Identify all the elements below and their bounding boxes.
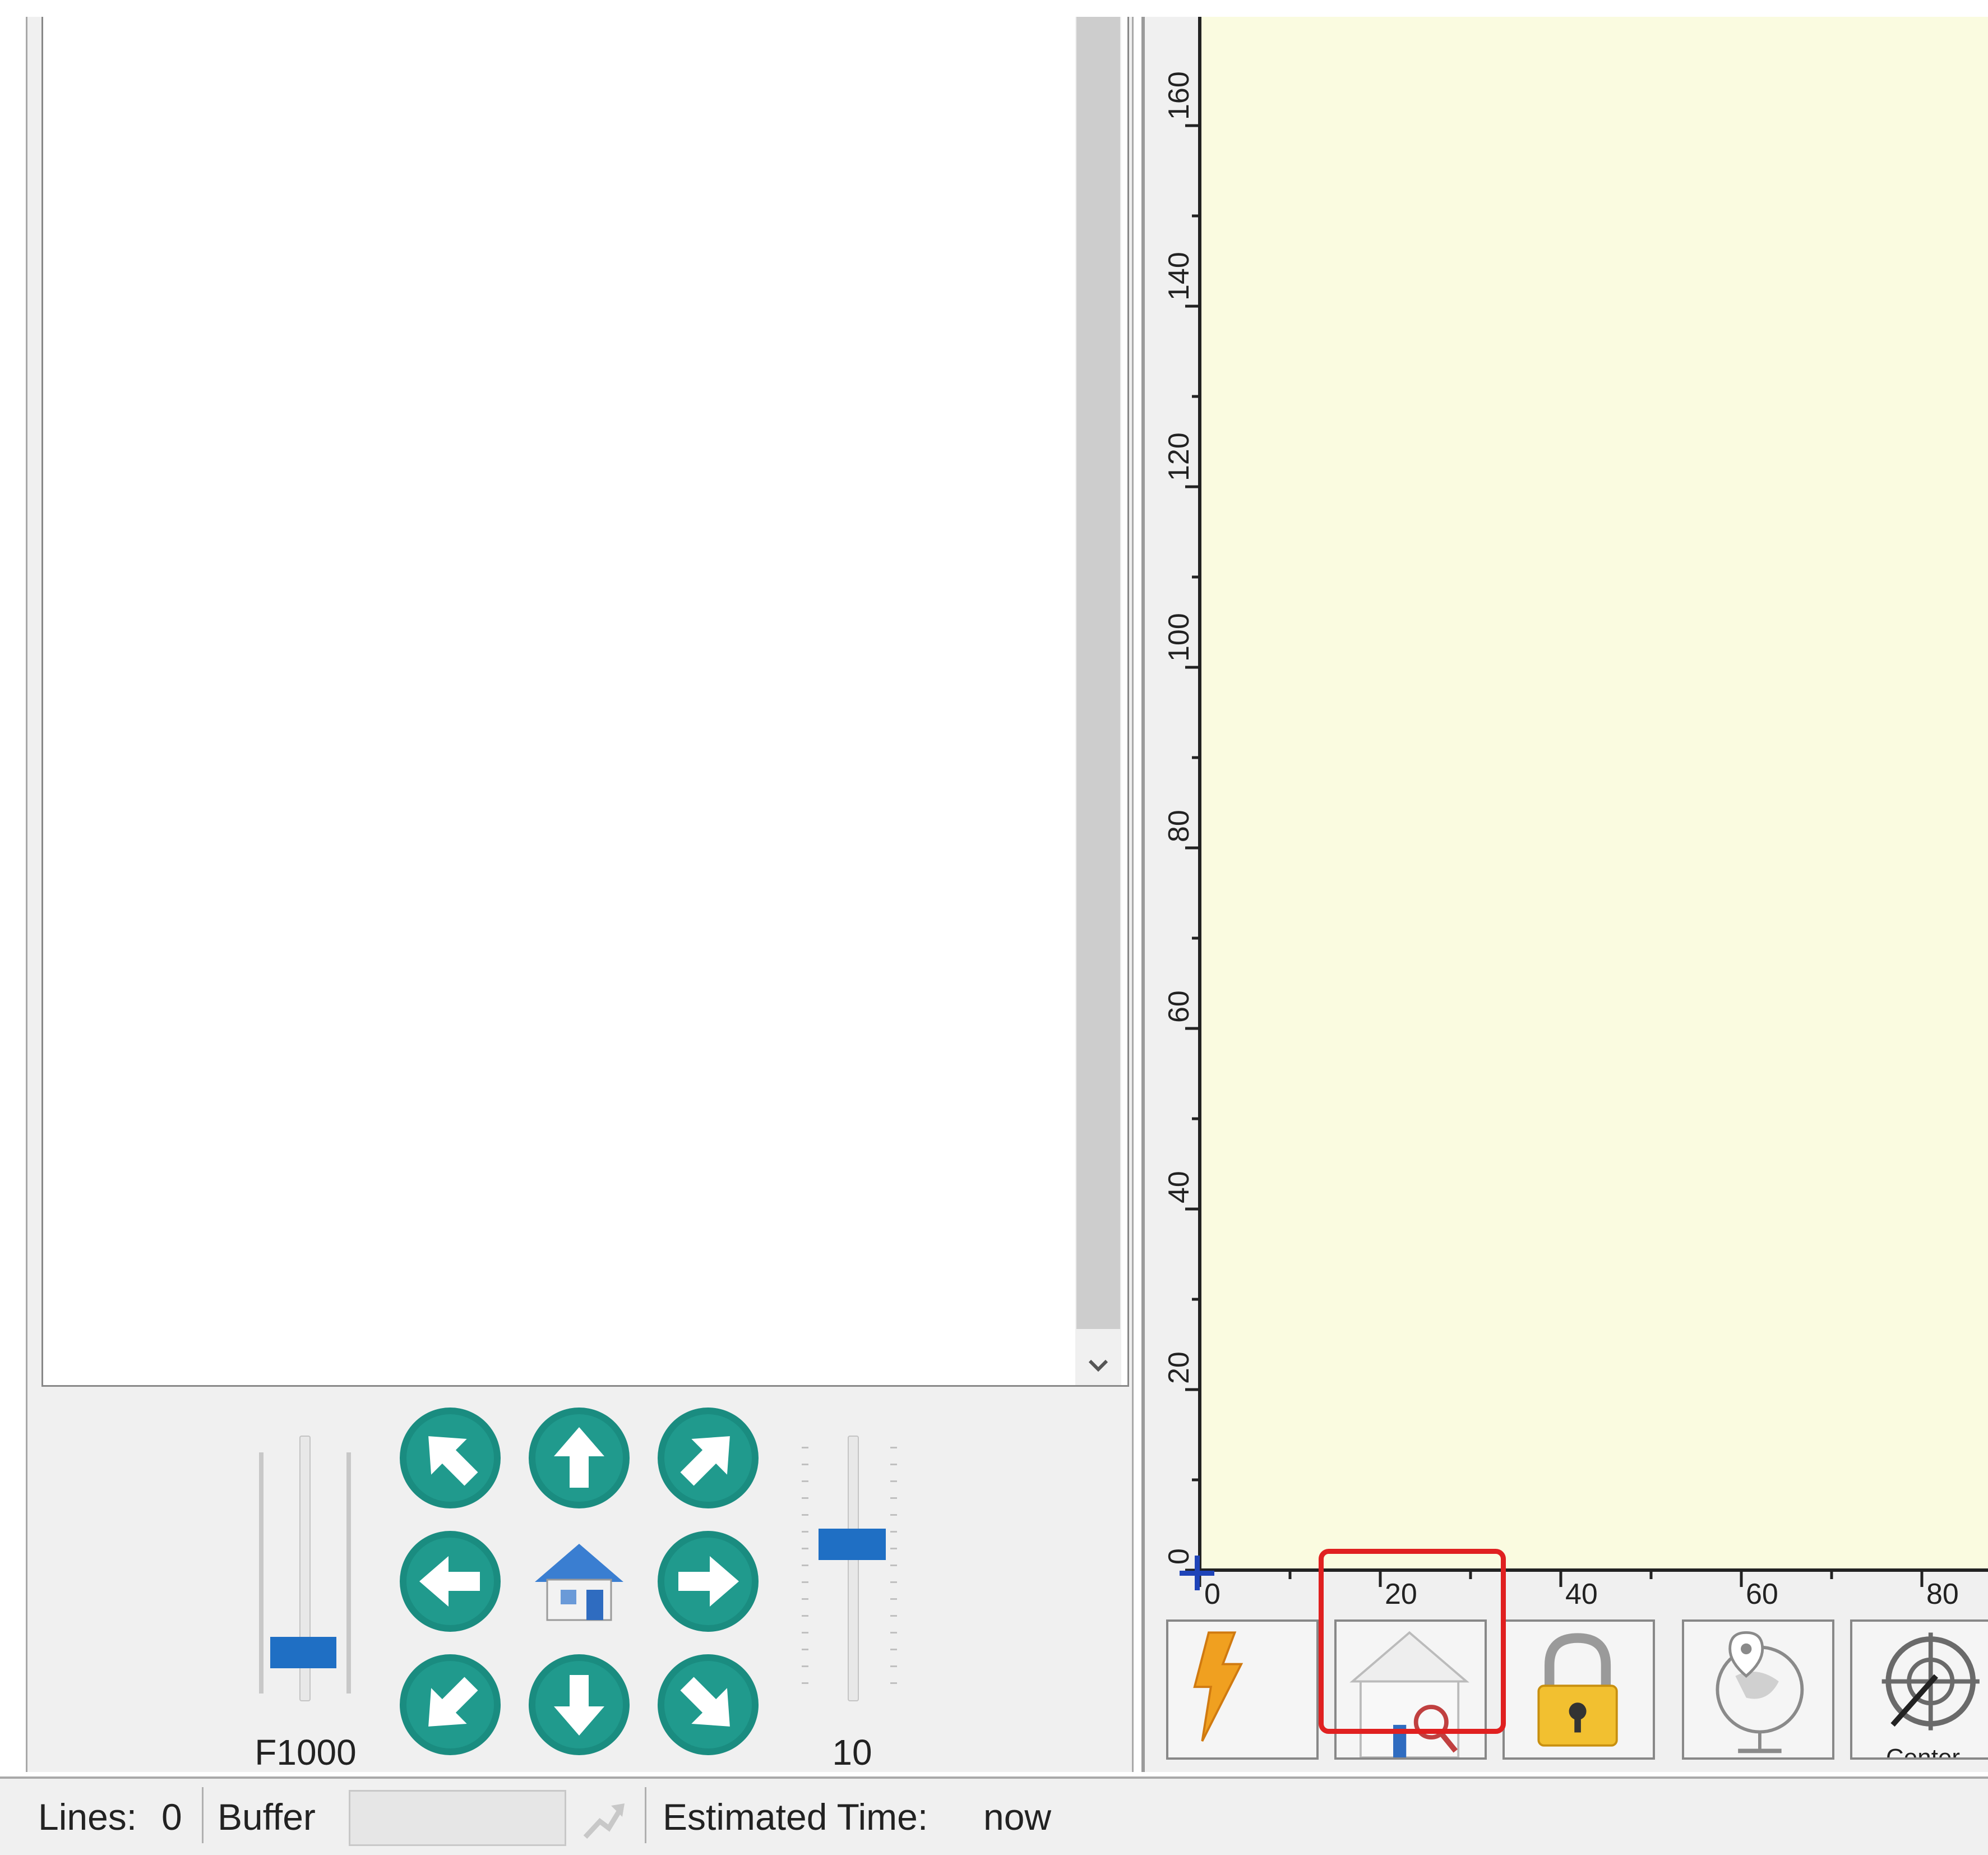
center-target-button[interactable]: Center	[1850, 1619, 1988, 1760]
center-target-icon	[1881, 1632, 1980, 1731]
y-tick-label: 40	[1163, 1171, 1195, 1203]
y-tick-label: 80	[1163, 810, 1195, 842]
estimated-time-label: Estimated Time:	[663, 1796, 928, 1838]
y-tick-label: 120	[1163, 432, 1195, 481]
buffer-progress-bar	[349, 1790, 566, 1846]
y-tick-label: 20	[1163, 1351, 1195, 1384]
x-tick-label: 40	[1565, 1578, 1598, 1611]
preview-toolbar: Center	[1166, 1615, 1988, 1766]
status-bar: Lines: 0 Buffer Estimated Time: now	[0, 1776, 1988, 1855]
reset-buffer-icon[interactable]	[577, 1796, 628, 1846]
lines-label: Lines:	[38, 1796, 137, 1838]
globe-pin-icon	[1716, 1631, 1804, 1754]
padlock-button[interactable]	[1502, 1619, 1655, 1760]
status-divider	[645, 1787, 646, 1843]
x-tick-label: 60	[1746, 1578, 1778, 1611]
home-button-highlight	[1319, 1549, 1506, 1734]
lines-count: 0	[161, 1796, 182, 1838]
lightning-icon	[1193, 1631, 1243, 1742]
estimated-time-value: now	[983, 1796, 1052, 1838]
origin-marker-icon	[1177, 1553, 1217, 1593]
y-tick-label: 100	[1163, 613, 1195, 662]
lightning-button[interactable]	[1166, 1619, 1319, 1760]
padlock-icon	[1537, 1633, 1618, 1747]
buffer-label: Buffer	[218, 1796, 316, 1838]
toolbar-button-label: Center	[1886, 1744, 1961, 1760]
globe-pin-button[interactable]	[1682, 1619, 1834, 1760]
axis-rulers: 0204060801001201401600 20 40 60 80	[1163, 17, 1988, 1611]
y-tick-label: 140	[1163, 252, 1195, 301]
y-tick-label: 60	[1163, 990, 1195, 1023]
status-divider	[202, 1787, 204, 1843]
x-tick-label: 80	[1926, 1578, 1959, 1611]
y-tick-label: 160	[1163, 71, 1195, 120]
